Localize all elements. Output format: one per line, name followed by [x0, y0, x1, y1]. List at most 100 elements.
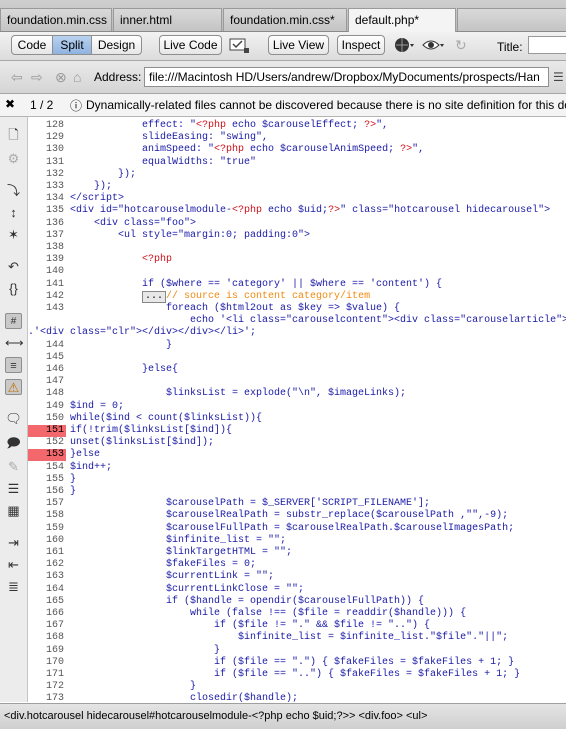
- code-line[interactable]: 128 effect: "<?php echo $carouselEffect;…: [28, 120, 566, 132]
- code-line[interactable]: 131 equalWidths: "true": [28, 157, 566, 169]
- highlight-invalid-code-icon[interactable]: ⟷: [5, 335, 24, 351]
- code-line[interactable]: 163 $currentLink = "";: [28, 571, 566, 583]
- code-line[interactable]: 162 $fakeFiles = 0;: [28, 559, 566, 571]
- apply-comment-icon[interactable]: 🗨: [5, 411, 22, 427]
- expand-all-icon[interactable]: ✶: [5, 227, 22, 243]
- tag-selector-path[interactable]: <div.hotcarousel hidecarousel#hotcarouse…: [4, 710, 427, 722]
- code-text: if ($handle = opendir($carouselFullPath)…: [70, 595, 425, 607]
- code-line[interactable]: 148 $linksList = explode("\n", $imageLin…: [28, 388, 566, 400]
- code-line[interactable]: 172 }: [28, 681, 566, 693]
- code-line[interactable]: 138: [28, 242, 566, 254]
- code-line[interactable]: 145: [28, 352, 566, 364]
- title-input[interactable]: [528, 36, 566, 54]
- split-view-button[interactable]: Split: [52, 35, 92, 55]
- code-line[interactable]: 168 $infinite_list = $infinite_list."$fi…: [28, 632, 566, 644]
- indent-code-icon[interactable]: ⇥: [5, 535, 22, 551]
- code-line[interactable]: 149 $ind = 0;: [28, 401, 566, 413]
- code-line[interactable]: 157 $carouselPath = $_SERVER['SCRIPT_FIL…: [28, 498, 566, 510]
- code-text: }: [70, 473, 77, 485]
- code-view-button[interactable]: Code: [11, 35, 53, 55]
- code-line[interactable]: 130 animSpeed: "<?php echo $carouselAnim…: [28, 144, 566, 156]
- wrap-tag-icon[interactable]: ✎: [5, 459, 22, 475]
- code-line[interactable]: 160 $infinite_list = "";: [28, 535, 566, 547]
- collapse-selection-icon[interactable]: ↕: [5, 205, 22, 221]
- code-line[interactable]: 165 if ($handle = opendir($carouselFullP…: [28, 596, 566, 608]
- select-parent-tag-icon[interactable]: ↶: [5, 259, 22, 275]
- outdent-code-icon[interactable]: ⇤: [5, 557, 22, 573]
- code-line[interactable]: 173 closedir($handle);: [28, 693, 566, 702]
- code-line[interactable]: 170 if ($file == ".") { $fakeFiles = $fa…: [28, 657, 566, 669]
- code-line[interactable]: .'<div class="clr"></div></div></li>';: [28, 327, 566, 339]
- code-line[interactable]: 161 $linkTargetHTML = "";: [28, 547, 566, 559]
- code-line[interactable]: 146 }else{: [28, 364, 566, 376]
- code-line[interactable]: 159 $carouselFullPath = $carouselRealPat…: [28, 523, 566, 535]
- code-text: ...// source is content category/item: [70, 290, 370, 303]
- code-line[interactable]: 139 <?php: [28, 254, 566, 266]
- remove-comment-icon[interactable]: 🗩: [5, 435, 22, 451]
- design-view-button[interactable]: Design: [91, 35, 142, 55]
- code-line[interactable]: 154 $ind++;: [28, 462, 566, 474]
- code-line[interactable]: 144 }: [28, 340, 566, 352]
- code-line[interactable]: 150 while($ind < count($linksList)){: [28, 413, 566, 425]
- tab-default-php[interactable]: default.php*: [348, 8, 456, 32]
- code-line[interactable]: 169 }: [28, 645, 566, 657]
- globe-preview-icon[interactable]: [393, 36, 415, 54]
- code-line[interactable]: echo '<li class="carouselcontent"><div c…: [28, 315, 566, 327]
- code-line[interactable]: 132 });: [28, 169, 566, 181]
- open-documents-icon[interactable]: 🗋: [5, 127, 22, 143]
- tab-foundation-min-css-modified[interactable]: foundation.min.css*: [223, 8, 347, 31]
- check-browser-compatibility-icon[interactable]: [228, 36, 252, 54]
- code-line[interactable]: 156}: [28, 486, 566, 498]
- format-source-code-icon[interactable]: ≣: [5, 579, 22, 595]
- code-line[interactable]: 158 $carouselRealPath = substr_replace($…: [28, 510, 566, 522]
- code-line[interactable]: 167 if ($file != "." && $file != "..") {: [28, 620, 566, 632]
- live-view-button[interactable]: Live View: [268, 35, 329, 55]
- code-text: $carouselPath = $_SERVER['SCRIPT_FILENAM…: [70, 498, 431, 510]
- tab-foundation-min-css[interactable]: foundation.min.css: [0, 8, 112, 31]
- forward-arrow-icon[interactable]: ⇨: [31, 68, 43, 86]
- code-line[interactable]: 143 foreach ($html2out as $key => $value…: [28, 303, 566, 315]
- related-files-info-bar: ✖ 1 / 2 ⓘ Dynamically-related files cann…: [0, 94, 566, 117]
- recent-snippets-icon[interactable]: ☰: [5, 481, 22, 497]
- syntax-error-alerts-icon[interactable]: ⚠: [5, 379, 22, 395]
- home-icon[interactable]: ⌂: [73, 68, 81, 86]
- tab-overflow[interactable]: [457, 8, 566, 31]
- collapse-full-tag-icon[interactable]: ⤵: [5, 183, 22, 199]
- line-numbers-icon[interactable]: #: [5, 313, 22, 329]
- back-arrow-icon[interactable]: ⇦: [11, 68, 23, 86]
- document-tab-bar: foundation.min.css inner.html foundation…: [0, 0, 566, 32]
- code-line[interactable]: 134 </script>: [28, 193, 566, 205]
- code-line[interactable]: 166 while (false !== ($file = readdir($h…: [28, 608, 566, 620]
- code-line[interactable]: 137 <ul style="margin:0; padding:0">: [28, 230, 566, 242]
- word-wrap-icon[interactable]: ≡: [5, 357, 22, 373]
- inspect-button[interactable]: Inspect: [337, 35, 385, 55]
- code-line[interactable]: 151 if(!trim($linksList[$ind]){: [28, 425, 566, 437]
- code-line[interactable]: 155}: [28, 474, 566, 486]
- address-input[interactable]: file:///Macintosh HD/Users/andrew/Dropbo…: [144, 67, 549, 87]
- visual-aids-eye-icon[interactable]: [421, 36, 445, 54]
- live-code-button[interactable]: Live Code: [159, 35, 222, 55]
- refresh-icon[interactable]: ↻: [455, 36, 471, 54]
- close-icon[interactable]: ✖: [5, 97, 15, 111]
- code-line[interactable]: 147: [28, 376, 566, 388]
- code-line[interactable]: 135 <div id="hotcarouselmodule-<?php echo…: [28, 205, 566, 217]
- move-css-icon[interactable]: ▦: [5, 503, 22, 519]
- code-line[interactable]: 164 $currentLinkClose = "";: [28, 584, 566, 596]
- show-code-navigator-icon[interactable]: ⚙: [5, 151, 22, 167]
- code-line[interactable]: 153}else: [28, 449, 566, 462]
- code-line[interactable]: 171 if ($file == "..") { $fakeFiles = $f…: [28, 669, 566, 681]
- code-editor[interactable]: 128 effect: "<?php echo $carouselEffect;…: [28, 117, 566, 702]
- address-menu-icon[interactable]: ☰: [553, 68, 564, 86]
- code-line[interactable]: 136 <div class="foo">: [28, 218, 566, 230]
- code-line[interactable]: 129 slideEasing: "swing",: [28, 132, 566, 144]
- stop-icon[interactable]: ⊗: [55, 68, 67, 86]
- code-line[interactable]: 133 });: [28, 181, 566, 193]
- balance-braces-icon[interactable]: {}: [5, 281, 22, 297]
- code-line[interactable]: 152 unset($linksList[$ind]);: [28, 437, 566, 449]
- title-label: Title:: [497, 40, 523, 54]
- code-line[interactable]: 142 ...// source is content category/ite…: [28, 290, 566, 303]
- code-line[interactable]: 140: [28, 266, 566, 278]
- tab-inner-html[interactable]: inner.html: [113, 8, 222, 31]
- line-number-error-marker: 153: [28, 449, 66, 462]
- code-line[interactable]: 141 if ($where == 'category' || $where =…: [28, 279, 566, 291]
